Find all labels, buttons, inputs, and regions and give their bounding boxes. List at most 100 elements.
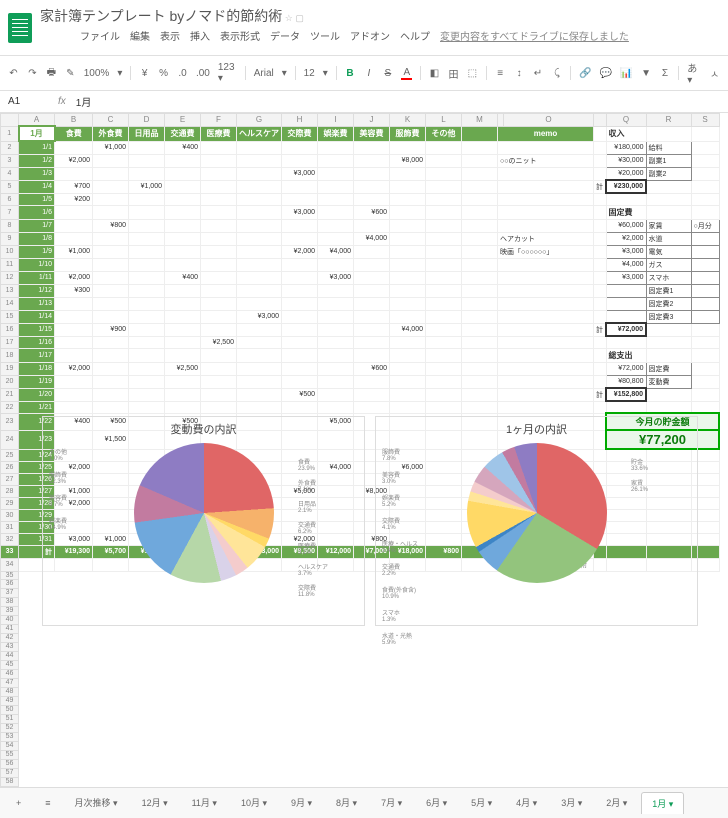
menu-編集[interactable]: 編集 (130, 28, 150, 43)
data-cell[interactable] (318, 205, 354, 219)
data-cell[interactable] (237, 193, 282, 205)
data-cell[interactable] (354, 323, 390, 336)
data-cell[interactable] (318, 336, 354, 348)
data-cell[interactable]: ¥3,000 (282, 167, 318, 180)
collapse-icon[interactable]: ㅅ (709, 66, 720, 80)
row-42[interactable]: 42 (1, 633, 19, 642)
cell[interactable] (462, 141, 498, 154)
text-color-icon[interactable]: A (401, 66, 412, 80)
valign-icon[interactable]: ↕ (514, 66, 525, 80)
cell[interactable] (594, 141, 607, 154)
row-34[interactable]: 34 (1, 558, 19, 571)
cell[interactable] (462, 245, 498, 258)
row-43[interactable]: 43 (1, 642, 19, 651)
cell[interactable] (19, 660, 720, 669)
data-cell[interactable] (129, 362, 165, 375)
data-cell[interactable] (426, 388, 462, 401)
data-cell[interactable]: ¥4,000 (318, 245, 354, 258)
cell[interactable] (462, 180, 498, 193)
data-cell[interactable] (201, 271, 237, 284)
menu-ファイル[interactable]: ファイル (80, 28, 120, 43)
data-cell[interactable] (129, 388, 165, 401)
data-cell[interactable] (318, 219, 354, 232)
data-cell[interactable] (426, 205, 462, 219)
data-cell[interactable] (237, 154, 282, 167)
data-cell[interactable] (237, 232, 282, 245)
chart-1[interactable]: 1ヶ月の内訳服飾費7.8%美容費3.0%娯楽費5.2%交際費4.1%医療・ヘルス… (375, 416, 698, 626)
data-cell[interactable] (354, 167, 390, 180)
font-select[interactable]: Arial (254, 68, 274, 79)
data-cell[interactable] (354, 245, 390, 258)
data-cell[interactable] (237, 362, 282, 375)
data-cell[interactable] (237, 180, 282, 193)
data-cell[interactable] (426, 154, 462, 167)
currency-icon[interactable]: ¥ (139, 66, 150, 80)
sheets-icon[interactable] (8, 13, 32, 43)
data-cell[interactable] (129, 219, 165, 232)
row-30[interactable]: 30 (1, 509, 19, 521)
row-46[interactable]: 46 (1, 669, 19, 678)
data-cell[interactable] (129, 323, 165, 336)
row-48[interactable]: 48 (1, 687, 19, 696)
data-cell[interactable] (165, 336, 201, 348)
data-cell[interactable] (318, 232, 354, 245)
bold-icon[interactable]: B (345, 66, 356, 80)
cell[interactable] (19, 777, 720, 786)
row-52[interactable]: 52 (1, 723, 19, 732)
data-cell[interactable] (129, 310, 165, 323)
col-H[interactable]: H (282, 114, 318, 127)
data-cell[interactable] (426, 271, 462, 284)
more-formats[interactable]: 123 ▾ (218, 62, 237, 84)
cell[interactable] (19, 741, 720, 750)
data-cell[interactable] (201, 388, 237, 401)
row-26[interactable]: 26 (1, 461, 19, 473)
data-cell[interactable] (354, 141, 390, 154)
data-cell[interactable] (93, 154, 129, 167)
row-33[interactable]: 33 (1, 545, 19, 558)
data-cell[interactable] (426, 323, 462, 336)
data-cell[interactable] (93, 180, 129, 193)
row-57[interactable]: 57 (1, 768, 19, 777)
col-D[interactable]: D (129, 114, 165, 127)
data-cell[interactable] (282, 323, 318, 336)
cell[interactable] (19, 633, 720, 642)
data-cell[interactable] (237, 167, 282, 180)
memo-cell[interactable] (498, 284, 594, 297)
cell[interactable] (462, 154, 498, 167)
data-cell[interactable] (426, 232, 462, 245)
cell[interactable] (646, 126, 691, 141)
side-val[interactable]: ¥4,000 (606, 258, 646, 271)
row-1[interactable]: 1 (1, 126, 19, 141)
data-cell[interactable] (390, 348, 426, 362)
data-cell[interactable] (165, 297, 201, 310)
paint-icon[interactable]: ✎ (65, 66, 76, 80)
data-cell[interactable] (282, 232, 318, 245)
memo-cell[interactable] (498, 336, 594, 348)
data-cell[interactable] (55, 388, 93, 401)
data-cell[interactable] (93, 258, 129, 271)
cell[interactable] (462, 126, 498, 141)
corner[interactable] (1, 114, 19, 127)
data-cell[interactable] (318, 348, 354, 362)
memo-cell[interactable] (498, 310, 594, 323)
data-cell[interactable] (282, 193, 318, 205)
data-cell[interactable]: ¥4,000 (390, 323, 426, 336)
data-cell[interactable]: ¥4,000 (354, 232, 390, 245)
cell[interactable]: 計 (594, 388, 607, 401)
data-cell[interactable] (165, 348, 201, 362)
data-cell[interactable] (129, 375, 165, 388)
data-cell[interactable] (237, 336, 282, 348)
data-cell[interactable] (282, 348, 318, 362)
memo-cell[interactable] (498, 375, 594, 388)
side-val[interactable] (606, 284, 646, 297)
data-cell[interactable] (201, 245, 237, 258)
row-12[interactable]: 12 (1, 271, 19, 284)
cell[interactable] (594, 375, 607, 388)
cell[interactable] (691, 193, 719, 205)
data-cell[interactable] (426, 362, 462, 375)
data-cell[interactable] (354, 258, 390, 271)
borders-icon[interactable]: 田 (448, 66, 459, 80)
data-cell[interactable] (237, 205, 282, 219)
sheet-tab[interactable]: 9月 ▾ (281, 792, 322, 813)
cell[interactable] (19, 642, 720, 651)
